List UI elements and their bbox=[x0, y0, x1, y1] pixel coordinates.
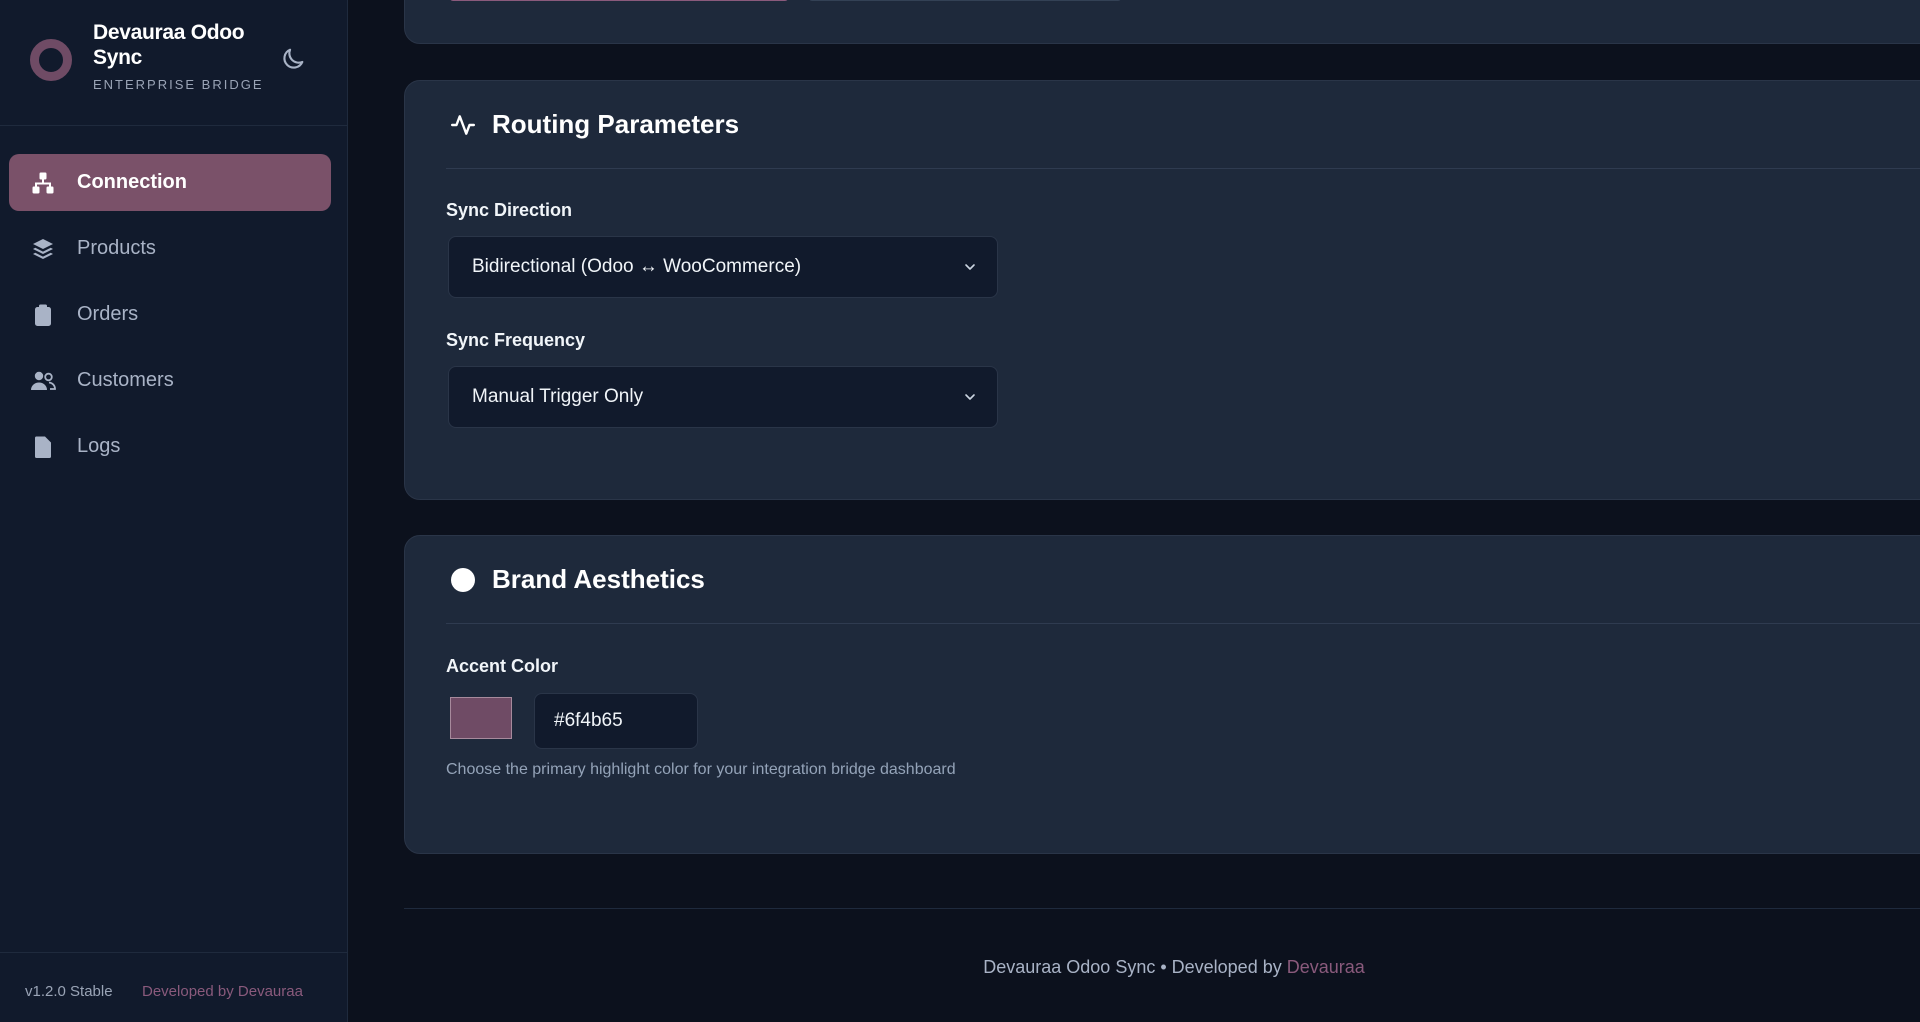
card-title: Routing Parameters bbox=[492, 109, 740, 139]
card-header: Routing Parameters bbox=[446, 81, 1920, 169]
sync-direction-value: Bidirectional (Odoo ↔ WooCommerce) bbox=[472, 256, 802, 277]
sidebar: Devauraa Odoo Sync ENTERPRISE BRIDGE Con… bbox=[0, 0, 348, 1022]
brand-header: Devauraa Odoo Sync ENTERPRISE BRIDGE bbox=[0, 0, 348, 126]
sidebar-item-label: Products bbox=[77, 237, 156, 259]
brand-logo bbox=[30, 39, 72, 81]
connection-card-partial bbox=[404, 0, 1920, 44]
network-icon bbox=[30, 170, 56, 196]
layers-icon bbox=[30, 236, 56, 262]
sidebar-item-label: Orders bbox=[77, 303, 139, 325]
brand-aesthetics-card: Brand Aesthetics Accent Color #6f4b65 Ch… bbox=[404, 535, 1920, 854]
circle-icon bbox=[450, 567, 476, 593]
accent-color-swatch[interactable] bbox=[450, 697, 512, 739]
brand-title: Devauraa Odoo Sync bbox=[93, 21, 245, 69]
chevron-down-icon bbox=[965, 264, 975, 270]
sync-frequency-select[interactable]: Manual Trigger Only bbox=[448, 366, 998, 428]
sidebar-item-label: Logs bbox=[77, 435, 121, 457]
sidebar-item-label: Connection bbox=[77, 171, 187, 193]
sync-frequency-label: Sync Frequency bbox=[446, 330, 586, 350]
secondary-action-button[interactable] bbox=[809, 0, 1121, 1]
sidebar-item-logs[interactable]: Logs bbox=[9, 418, 331, 475]
routing-parameters-card: Routing Parameters Sync Direction Bidire… bbox=[404, 80, 1920, 500]
sidebar-item-label: Customers bbox=[77, 369, 174, 391]
primary-action-button[interactable] bbox=[450, 0, 788, 1]
chevron-down-icon bbox=[965, 394, 975, 400]
page-footer: Devauraa Odoo Sync • Developed by Devaur… bbox=[404, 957, 1920, 978]
sidebar-item-customers[interactable]: Customers bbox=[9, 352, 331, 409]
sidebar-item-connection[interactable]: Connection bbox=[9, 154, 331, 211]
activity-icon bbox=[450, 112, 476, 138]
sidebar-footer: v1.2.0 Stable Developed by Devauraa bbox=[0, 952, 348, 1022]
footer-divider bbox=[404, 908, 1920, 909]
clipboard-icon bbox=[30, 302, 56, 328]
moon-icon[interactable] bbox=[279, 45, 307, 73]
accent-color-value: #6f4b65 bbox=[554, 710, 623, 731]
sync-frequency-value: Manual Trigger Only bbox=[472, 386, 644, 407]
sidebar-item-products[interactable]: Products bbox=[9, 220, 331, 277]
version-label: v1.2.0 Stable bbox=[25, 983, 113, 1000]
accent-color-label: Accent Color bbox=[446, 656, 559, 676]
sync-direction-label: Sync Direction bbox=[446, 200, 573, 220]
sync-direction-select[interactable]: Bidirectional (Odoo ↔ WooCommerce) bbox=[448, 236, 998, 298]
users-icon bbox=[30, 368, 56, 394]
accent-color-help: Choose the primary highlight color for y… bbox=[446, 761, 956, 778]
sidebar-item-orders[interactable]: Orders bbox=[9, 286, 331, 343]
accent-color-hex-input[interactable]: #6f4b65 bbox=[534, 693, 698, 749]
developer-credit[interactable]: Developed by Devauraa bbox=[142, 983, 303, 1000]
file-icon bbox=[30, 434, 56, 460]
footer-text: Devauraa Odoo Sync • Developed by bbox=[983, 957, 1287, 977]
card-title: Brand Aesthetics bbox=[492, 564, 705, 594]
card-header: Brand Aesthetics bbox=[446, 536, 1920, 624]
footer-link[interactable]: Devauraa bbox=[1287, 957, 1365, 977]
main-nav: Connection Products Orders Customers Log… bbox=[9, 154, 331, 484]
brand-subtitle: ENTERPRISE BRIDGE bbox=[93, 77, 264, 92]
